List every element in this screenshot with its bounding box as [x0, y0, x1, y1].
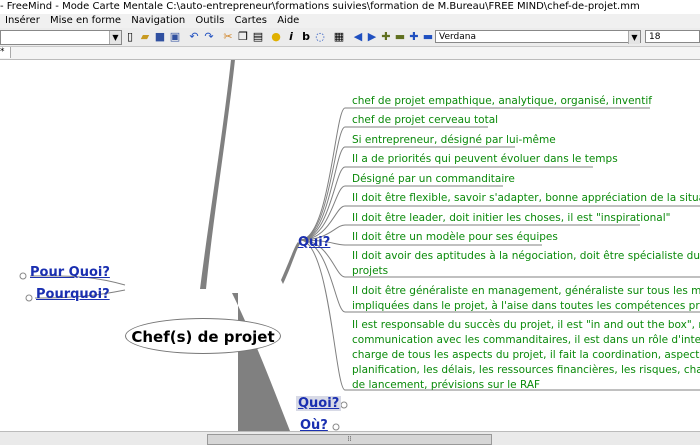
leaf-node[interactable]: Désigné par un commanditaire [352, 172, 515, 187]
font-family-select[interactable]: Verdana ▼ [435, 30, 641, 44]
chevron-down-icon[interactable]: ▼ [109, 31, 121, 44]
tab-label: * [0, 47, 5, 57]
leaf-line: Il doit être leader, doit initier les ch… [352, 212, 671, 224]
copy-icon[interactable]: ❐ [237, 31, 249, 43]
open-icon[interactable]: ▰ [139, 31, 151, 43]
horizontal-scrollbar[interactable]: ⁞⁞ [0, 431, 700, 445]
leaf-node[interactable]: chef de projet cerveau total [352, 113, 498, 128]
branch-label: Où? [300, 418, 328, 431]
leaf-line: charge de tous les aspects du projet, il… [352, 349, 700, 361]
fold-marker[interactable] [25, 294, 33, 302]
leaf-line: Il doit être un modèle pour ses équipes [352, 231, 558, 243]
new-icon[interactable]: ▯ [124, 31, 136, 43]
mind-map-canvas[interactable]: Chef(s) de projet Pour Quoi? Pourquoi? Q… [0, 60, 700, 431]
leaf-line: Désigné par un commanditaire [352, 173, 515, 185]
menu-help[interactable]: Aide [277, 15, 299, 26]
menu-format[interactable]: Mise en forme [50, 15, 121, 26]
leaf-line: de lancement, prévisions sur le RAF [352, 379, 541, 391]
branch-label: Qui? [298, 235, 331, 250]
menu-maps[interactable]: Cartes [235, 15, 268, 26]
leaf-node[interactable]: Il est responsable du succès du projet, … [352, 318, 700, 393]
title-bar: - FreeMind - Mode Carte Mentale C:\auto-… [0, 0, 700, 14]
leaf-node[interactable]: Il doit être flexible, savoir s'adapter,… [352, 191, 700, 206]
branch-label: Pourquoi? [36, 287, 110, 302]
fold-marker[interactable] [340, 401, 348, 409]
branch-qui[interactable]: Qui? [298, 235, 330, 250]
leaf-line: communication avec les commanditaires, i… [352, 334, 700, 346]
toolbar: ▼ ▯ ▰ ■ ▣ ↶ ↷ ✂ ❐ ▤ ● i b ◌ ▦ ◀ ▶ ✚ ▬ ✚ … [0, 28, 700, 47]
branch-pour-quoi[interactable]: Pour Quoi? [30, 265, 110, 280]
root-node[interactable]: Chef(s) de projet [125, 318, 281, 354]
branch-label: Pour Quoi? [30, 265, 110, 280]
idea-icon[interactable]: ● [270, 31, 282, 43]
leaf-node[interactable]: Il doit être généraliste en management, … [352, 284, 700, 314]
edge-bottom [232, 293, 290, 431]
leaf-line: Il doit être généraliste en management, … [352, 285, 700, 297]
paste-icon[interactable]: ▤ [252, 31, 264, 43]
undo-icon[interactable]: ↶ [188, 31, 200, 43]
branch-label: Quoi? [298, 396, 340, 411]
leaf-line: projets [352, 265, 389, 277]
leaf-line: Il doit avoir des aptitudes à la négocia… [352, 250, 700, 262]
tab-bar: * [0, 47, 700, 60]
menu-bar: Insérer Mise en forme Navigation Outils … [0, 14, 700, 28]
window-title: - FreeMind - Mode Carte Mentale C:\auto-… [0, 1, 640, 12]
leaf-line: planification, les délais, les ressource… [352, 364, 700, 376]
leaf-line: Si entrepreneur, désigné par lui-même [352, 134, 556, 146]
leaf-line: Il est responsable du succès du projet, … [352, 319, 700, 331]
fold-marker[interactable] [332, 423, 340, 431]
font-family-value: Verdana [439, 32, 476, 42]
save-icon[interactable]: ■ [154, 31, 166, 43]
leaf-node[interactable]: Si entrepreneur, désigné par lui-même [352, 133, 556, 148]
branch-quoi[interactable]: Quoi? [296, 396, 342, 411]
leaf-line: Il doit être flexible, savoir s'adapter,… [352, 192, 700, 204]
forward-icon[interactable]: ▶ [366, 31, 378, 43]
leaf-line: chef de projet empathique, analytique, o… [352, 95, 652, 107]
root-node-label: Chef(s) de projet [131, 328, 275, 346]
leaf-line: chef de projet cerveau total [352, 114, 499, 126]
menu-insert[interactable]: Insérer [5, 15, 40, 26]
edge-top [200, 60, 235, 289]
leaf-node[interactable]: Il a de priorités qui peuvent évoluer da… [352, 152, 618, 167]
redo-icon[interactable]: ↷ [203, 31, 215, 43]
zoom-combo[interactable]: ▼ [0, 30, 122, 45]
expand-icon[interactable]: ✚ [380, 31, 392, 43]
leaf-line: Il a de priorités qui peuvent évoluer da… [352, 153, 618, 165]
font-size-value: 18 [649, 32, 661, 42]
back-icon[interactable]: ◀ [352, 31, 364, 43]
font-size-select[interactable]: 18 [645, 30, 700, 43]
leaf-node[interactable]: Il doit avoir des aptitudes à la négocia… [352, 249, 700, 279]
tab-current-map[interactable]: * [0, 47, 11, 58]
italic-icon[interactable]: i [285, 31, 297, 43]
fold-marker[interactable] [19, 272, 27, 280]
save-as-icon[interactable]: ▣ [169, 31, 181, 43]
menu-navigation[interactable]: Navigation [131, 15, 185, 26]
branch-ou[interactable]: Où? [300, 418, 328, 431]
leaf-line: impliquées dans le projet, à l'aise dans… [352, 300, 700, 312]
bubble-icon[interactable]: ◌ [314, 31, 326, 43]
scrollbar-thumb[interactable]: ⁞⁞ [207, 434, 492, 445]
menu-tools[interactable]: Outils [195, 15, 224, 26]
branch-pourquoi[interactable]: Pourquoi? [36, 287, 110, 302]
leaf-node[interactable]: chef de projet empathique, analytique, o… [352, 94, 652, 109]
bold-icon[interactable]: b [300, 31, 312, 43]
grid-icon[interactable]: ▦ [333, 31, 345, 43]
collapse-icon[interactable]: ▬ [394, 31, 406, 43]
remove-icon[interactable]: ▬ [422, 31, 434, 43]
leaf-node[interactable]: Il doit être un modèle pour ses équipes [352, 230, 558, 245]
add-icon[interactable]: ✚ [408, 31, 420, 43]
cut-icon[interactable]: ✂ [222, 31, 234, 43]
leaf-node[interactable]: Il doit être leader, doit initier les ch… [352, 211, 670, 226]
chevron-down-icon[interactable]: ▼ [628, 31, 640, 44]
